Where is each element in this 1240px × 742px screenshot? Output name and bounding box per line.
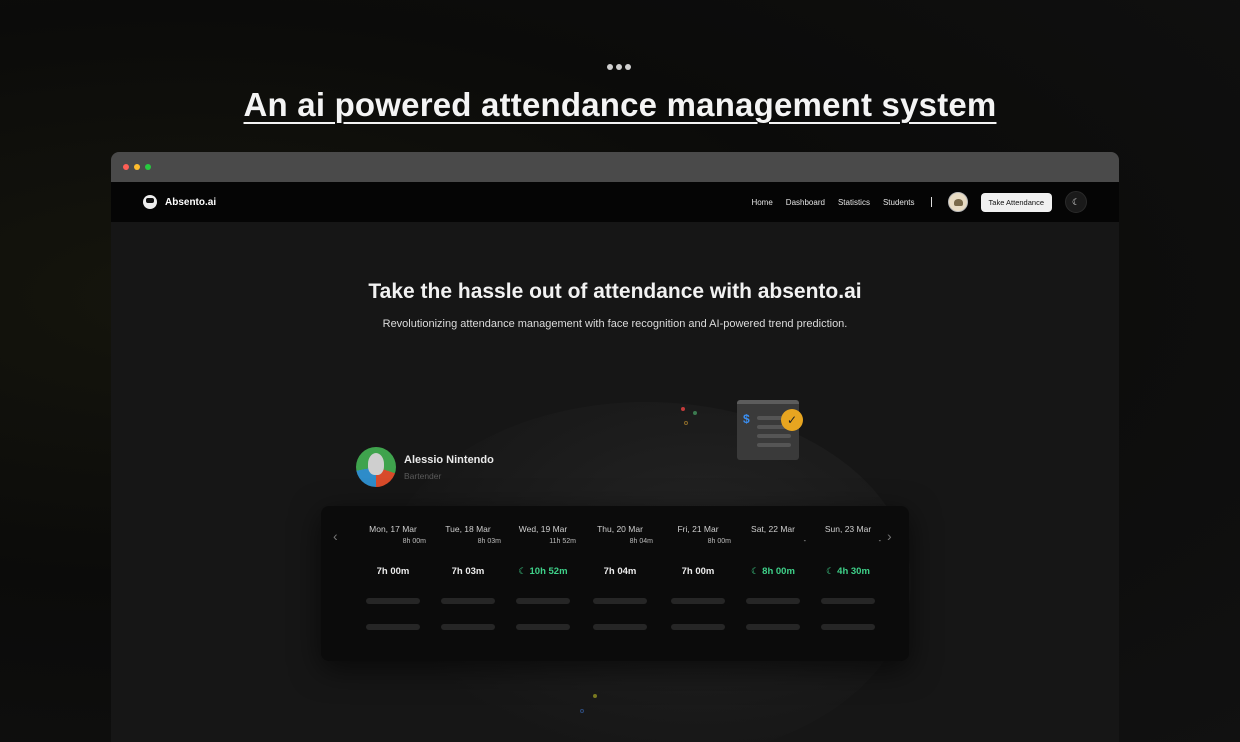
placeholder-bar xyxy=(821,624,875,630)
day-worked-hours-value: 8h 00m xyxy=(762,566,795,577)
document-line xyxy=(757,434,791,438)
brand[interactable]: Absento.ai xyxy=(143,195,216,209)
sparkle-icon xyxy=(693,411,697,415)
chevron-left-icon[interactable]: ‹ xyxy=(333,528,338,544)
close-window-light[interactable] xyxy=(123,164,129,170)
day-date: Mon, 17 Mar xyxy=(369,524,417,534)
placeholder-bar xyxy=(441,598,495,604)
day-scheduled-hours: - xyxy=(878,538,881,545)
day-worked-hours: 7h 00m xyxy=(360,566,426,577)
placeholder-bar xyxy=(366,624,420,630)
site-navbar: Absento.ai Home Dashboard Statistics Stu… xyxy=(111,182,1119,222)
placeholder-bar xyxy=(441,624,495,630)
moon-icon: ☾ xyxy=(518,566,527,576)
invoice-check-illustration: $ ✓ xyxy=(737,400,803,460)
day-date: Tue, 18 Mar xyxy=(445,524,491,534)
day-worked-hours: 7h 04m xyxy=(587,566,653,577)
day-scheduled-hours: 11h 52m xyxy=(549,538,576,545)
nav-link-dashboard[interactable]: Dashboard xyxy=(786,198,825,207)
browser-titlebar xyxy=(111,152,1119,182)
day-date: Sun, 23 Mar xyxy=(824,524,872,534)
day-date: Wed, 19 Mar xyxy=(518,524,568,534)
placeholder-bar xyxy=(746,624,800,630)
take-attendance-button[interactable]: Take Attendance xyxy=(980,192,1052,212)
schedule-day[interactable]: Wed, 19 Mar 11h 52m ☾ 10h 52m xyxy=(510,524,576,630)
checkmark-icon: ✓ xyxy=(781,409,803,431)
day-scheduled-hours: 8h 00m xyxy=(707,538,731,545)
day-worked-hours: ☾ 10h 52m xyxy=(510,566,576,577)
nav-link-home[interactable]: Home xyxy=(751,198,772,207)
page-headline: An ai powered attendance management syst… xyxy=(0,86,1240,124)
schedule-day[interactable]: Sun, 23 Mar - ☾ 4h 30m xyxy=(815,524,881,630)
dollar-icon: $ xyxy=(743,412,750,426)
placeholder-bar xyxy=(671,598,725,604)
employee-card: Alessio Nintendo Bartender xyxy=(356,447,494,487)
nav-divider xyxy=(930,197,932,207)
sparkle-icon xyxy=(684,421,688,425)
sparkle-icon xyxy=(593,694,597,698)
day-date: Fri, 21 Mar xyxy=(677,524,719,534)
document-line xyxy=(757,443,791,447)
day-worked-hours: 7h 00m xyxy=(665,566,731,577)
sparkle-icon xyxy=(681,407,685,411)
avatar xyxy=(356,447,396,487)
day-date: Sat, 22 Mar xyxy=(751,524,795,534)
graduation-cap-icon xyxy=(143,195,157,209)
brand-name: Absento.ai xyxy=(165,196,217,208)
moon-icon[interactable]: ☾ xyxy=(1065,191,1087,213)
placeholder-bar xyxy=(516,598,570,604)
placeholder-bar xyxy=(593,598,647,604)
day-worked-hours: ☾ 8h 00m xyxy=(740,566,806,577)
nav-links: Home Dashboard Statistics Students Take … xyxy=(751,191,1087,213)
placeholder-bar xyxy=(366,598,420,604)
day-scheduled-hours: 8h 04m xyxy=(629,538,653,545)
day-worked-hours-value: 7h 04m xyxy=(603,566,637,577)
weekly-schedule: ‹ › Mon, 17 Mar 8h 00m 7h 00m Tue, 18 Mar 8h… xyxy=(321,506,909,661)
day-scheduled-hours: - xyxy=(803,538,806,545)
day-worked-hours: ☾ 4h 30m xyxy=(815,566,881,577)
day-worked-hours-value: 10h 52m xyxy=(529,566,568,577)
employee-role: Bartender xyxy=(404,470,442,481)
headline-text: An ai powered attendance management syst… xyxy=(243,86,997,123)
nav-link-statistics[interactable]: Statistics xyxy=(838,198,870,207)
placeholder-bar xyxy=(746,598,800,604)
page: An ai powered attendance management syst… xyxy=(0,0,1240,742)
placeholder-bar xyxy=(821,598,875,604)
chevron-right-icon[interactable]: › xyxy=(887,528,892,544)
schedule-day[interactable]: Mon, 17 Mar 8h 00m 7h 00m xyxy=(360,524,426,630)
schedule-day[interactable]: Fri, 21 Mar 8h 00m 7h 00m xyxy=(665,524,731,630)
maximize-window-light[interactable] xyxy=(145,164,151,170)
day-date: Thu, 20 Mar xyxy=(597,524,643,534)
schedule-day[interactable]: Thu, 20 Mar 8h 04m 7h 04m xyxy=(587,524,653,630)
minimize-window-light[interactable] xyxy=(134,164,140,170)
day-worked-hours: 7h 03m xyxy=(435,566,501,577)
day-worked-hours-value: 7h 00m xyxy=(681,566,715,577)
browser-window: Absento.ai Home Dashboard Statistics Stu… xyxy=(111,152,1119,742)
employee-name: Alessio Nintendo xyxy=(404,453,494,466)
day-worked-hours-value: 7h 03m xyxy=(451,566,485,577)
hero-subtitle: Revolutionizing attendance management wi… xyxy=(382,318,848,330)
placeholder-bar xyxy=(671,624,725,630)
schedule-day[interactable]: Tue, 18 Mar 8h 03m 7h 03m xyxy=(435,524,501,630)
schedule-day[interactable]: Sat, 22 Mar - ☾ 8h 00m xyxy=(740,524,806,630)
hero-title: Take the hassle out of attendance with a… xyxy=(368,280,862,303)
sparkle-icon xyxy=(580,709,584,713)
more-dots-icon[interactable] xyxy=(607,64,631,70)
avatar[interactable] xyxy=(947,192,968,212)
day-worked-hours-value: 4h 30m xyxy=(837,566,870,577)
moon-icon: ☾ xyxy=(751,566,760,576)
placeholder-bar xyxy=(516,624,570,630)
day-worked-hours-value: 7h 00m xyxy=(376,566,410,577)
day-scheduled-hours: 8h 00m xyxy=(402,538,426,545)
nav-link-students[interactable]: Students xyxy=(883,198,915,207)
placeholder-bar xyxy=(593,624,647,630)
moon-icon: ☾ xyxy=(826,566,835,576)
day-scheduled-hours: 8h 03m xyxy=(477,538,501,545)
